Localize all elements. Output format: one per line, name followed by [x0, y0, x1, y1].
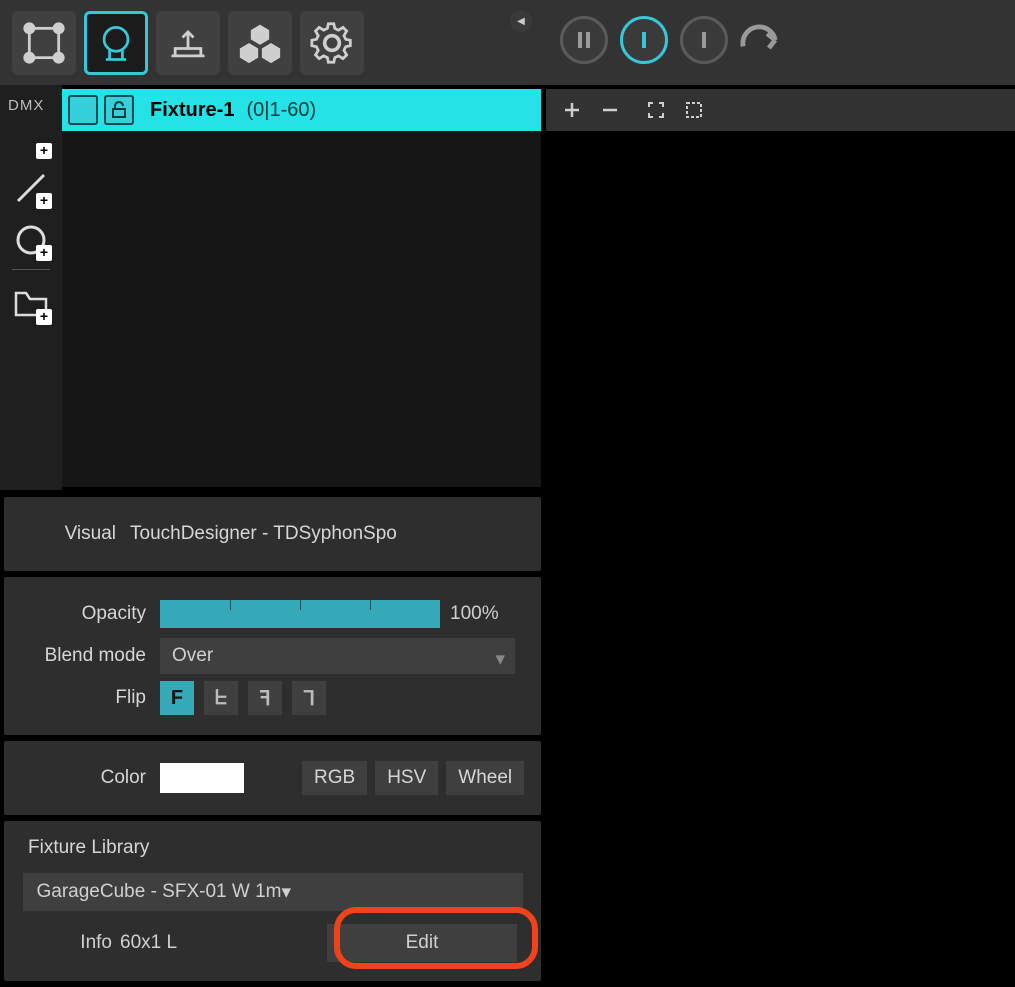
mode-fixture-button[interactable]	[84, 11, 148, 75]
plus-icon: +	[36, 143, 52, 159]
fullscreen-icon[interactable]	[646, 100, 666, 120]
divider	[12, 269, 50, 270]
playback-controls	[560, 16, 788, 64]
blend-label: Blend mode	[20, 645, 160, 667]
color-label: Color	[20, 767, 160, 789]
fixture-name: Fixture-1	[150, 99, 234, 122]
panel-collapse-toggle[interactable]: ◀	[510, 10, 532, 32]
fit-selection-icon[interactable]	[684, 100, 704, 120]
pause-button[interactable]	[560, 16, 608, 64]
redo-button[interactable]	[740, 16, 788, 64]
visual-label: Visual	[20, 523, 130, 545]
color-mode-hsv[interactable]: HSV	[375, 761, 438, 795]
info-label: Info	[28, 932, 120, 954]
plus-icon: +	[36, 309, 52, 325]
panel-color: Color RGB HSV Wheel	[4, 741, 541, 815]
fixture-lock-toggle[interactable]	[104, 95, 134, 125]
mode-modules-button[interactable]	[228, 11, 292, 75]
chevron-down-icon: ▾	[495, 648, 505, 671]
fixture-preview[interactable]	[62, 131, 541, 487]
chevron-down-icon: ▾	[281, 881, 291, 904]
panel-visual: Visual TouchDesigner - TDSyphonSpo	[4, 497, 541, 571]
color-mode-wheel[interactable]: Wheel	[446, 761, 524, 795]
fixture-library-select[interactable]: GarageCube - SFX-01 W 1m ▾	[23, 873, 523, 911]
opacity-label: Opacity	[20, 603, 160, 625]
add-dmx-icon[interactable]: +	[12, 119, 50, 157]
top-toolbar: ◀	[0, 0, 1015, 85]
blend-mode-select[interactable]: Over ▾	[160, 638, 515, 674]
panel-blend: Opacity 100% Blend mode Over ▾ Flip F ᖶ …	[4, 577, 541, 735]
color-mode-rgb[interactable]: RGB	[302, 761, 367, 795]
info-value: 60x1 L	[120, 932, 177, 954]
inspector: Visual TouchDesigner - TDSyphonSpo Opaci…	[4, 497, 541, 987]
flip-hv-button[interactable]: ᒣ	[292, 681, 326, 715]
flip-v-button[interactable]: ꟻ	[248, 681, 282, 715]
fixture-library-title: Fixture Library	[28, 837, 525, 859]
mode-output-button[interactable]	[156, 11, 220, 75]
color-swatch[interactable]	[160, 763, 244, 793]
opacity-slider[interactable]	[160, 600, 440, 628]
visual-value[interactable]: TouchDesigner - TDSyphonSpo	[130, 523, 397, 545]
add-circle-icon[interactable]: +	[12, 221, 50, 259]
viewport[interactable]	[546, 131, 1015, 981]
mode-settings-button[interactable]	[300, 11, 364, 75]
stop-step-button[interactable]	[680, 16, 728, 64]
flip-label: Flip	[20, 687, 160, 709]
fixture-dmx-range: (0|1-60)	[246, 99, 316, 122]
play-step-button[interactable]	[620, 16, 668, 64]
dmx-label: DMX	[8, 97, 44, 114]
zoom-out-icon[interactable]	[600, 100, 620, 120]
mode-surface-button[interactable]	[12, 11, 76, 75]
zoom-in-icon[interactable]	[562, 100, 582, 120]
panel-fixture-library: Fixture Library GarageCube - SFX-01 W 1m…	[4, 821, 541, 981]
edit-button[interactable]: Edit	[327, 924, 517, 962]
viewport-toolbar	[546, 89, 1015, 131]
plus-icon: +	[36, 245, 52, 261]
opacity-percent: 100%	[450, 603, 499, 625]
add-folder-icon[interactable]: +	[12, 285, 50, 323]
flip-none-button[interactable]: F	[160, 681, 194, 715]
fixture-color-chip[interactable]	[68, 95, 98, 125]
flip-h-button[interactable]: ᖶ	[204, 681, 238, 715]
fixture-header[interactable]: Fixture-1 (0|1-60)	[62, 89, 541, 131]
plus-icon: +	[36, 193, 52, 209]
add-line-icon[interactable]: +	[12, 169, 50, 207]
left-tool-strip: DMX + + + +	[0, 85, 62, 490]
